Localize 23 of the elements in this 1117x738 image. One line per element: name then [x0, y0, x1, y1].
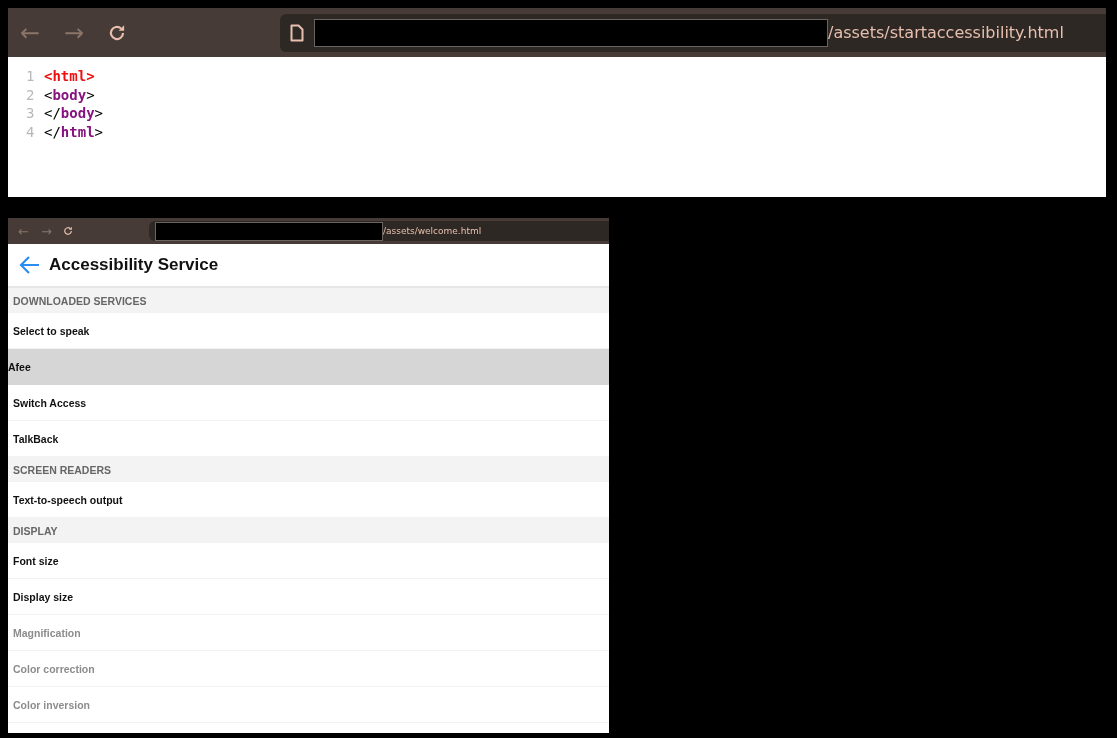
- code-line: </body>: [44, 104, 103, 123]
- line-number: 4: [26, 122, 35, 141]
- address-bar[interactable]: /assets/startaccessibility.html: [280, 13, 1106, 52]
- section-header: DOWNLOADED SERVICES: [8, 288, 609, 313]
- address-bar[interactable]: /assets/welcome.html: [149, 221, 609, 241]
- line-number: 3: [26, 104, 35, 123]
- code-line: <html>: [44, 67, 95, 86]
- section-header: DISPLAY: [8, 518, 609, 543]
- reload-icon[interactable]: [62, 225, 74, 237]
- line-number: 2: [26, 85, 35, 104]
- back-arrow-icon[interactable]: [18, 255, 40, 275]
- file-icon: [290, 23, 304, 42]
- settings-item[interactable]: Afee: [8, 349, 609, 385]
- settings-item[interactable]: Switch Access: [8, 385, 609, 421]
- page-title: Accessibility Service: [49, 255, 219, 275]
- code-line: <body>: [44, 85, 95, 104]
- settings-item[interactable]: Display size: [8, 579, 609, 615]
- section-header: SCREEN READERS: [8, 457, 609, 482]
- url-text: /assets/startaccessibility.html: [828, 23, 1064, 42]
- line-number: 1: [26, 67, 35, 86]
- settings-item[interactable]: Font size: [8, 543, 609, 579]
- code-line: </html>: [44, 122, 103, 141]
- url-text: /assets/welcome.html: [383, 226, 482, 236]
